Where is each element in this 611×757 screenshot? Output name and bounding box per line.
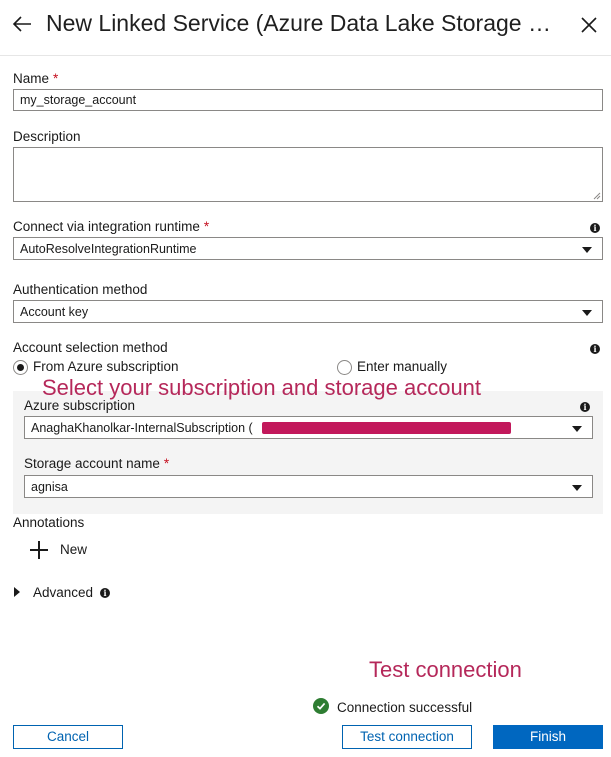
test-connection-button[interactable]: Test connection [342, 725, 472, 749]
dropdown-caret-icon [572, 485, 582, 491]
cancel-button[interactable]: Cancel [13, 725, 123, 749]
callout-test-connection: Test connection [369, 657, 522, 682]
dropdown-caret-icon [572, 426, 582, 432]
back-arrow-icon [12, 16, 31, 32]
redacted-subscription-id [262, 422, 511, 434]
expand-chevron-icon[interactable] [14, 587, 20, 597]
connection-status-text: Connection successful [337, 700, 473, 715]
storage-account-value: agnisa [31, 480, 68, 494]
radio-enter-manually[interactable] [337, 360, 352, 375]
back-button[interactable] [8, 10, 36, 38]
integration-runtime-select[interactable]: AutoResolveIntegrationRuntime [13, 237, 603, 260]
radio-from-subscription-label[interactable]: From Azure subscription [33, 359, 179, 374]
auth-method-label: Authentication method [13, 282, 148, 297]
dropdown-caret-icon [582, 310, 592, 316]
annotations-label: Annotations [13, 515, 85, 530]
dialog-header: New Linked Service (Azure Data Lake Stor… [0, 0, 611, 56]
finish-button[interactable]: Finish [493, 725, 603, 749]
integration-runtime-label: Connect via integration runtime * [13, 219, 210, 234]
info-icon[interactable]: i [580, 402, 590, 412]
resize-grip-icon[interactable] [593, 192, 601, 200]
storage-account-label: Storage account name * [24, 456, 170, 471]
name-label: Name * [13, 71, 59, 86]
integration-runtime-value: AutoResolveIntegrationRuntime [20, 242, 197, 256]
auth-method-value: Account key [20, 305, 89, 319]
radio-enter-manually-label[interactable]: Enter manually [357, 359, 447, 374]
required-marker: * [163, 456, 170, 471]
required-marker: * [203, 219, 210, 234]
auth-method-select[interactable]: Account key [13, 300, 603, 323]
advanced-toggle[interactable]: Advanced [33, 585, 93, 600]
name-input[interactable]: my_storage_account [13, 89, 603, 111]
account-selection-label: Account selection method [13, 340, 168, 355]
info-icon[interactable]: i [590, 344, 600, 354]
plus-icon[interactable] [30, 541, 48, 559]
success-check-icon [313, 698, 329, 714]
description-textarea[interactable] [13, 147, 603, 202]
info-icon[interactable]: i [590, 223, 600, 233]
azure-subscription-label: Azure subscription [24, 398, 136, 413]
storage-account-select[interactable]: agnisa [24, 475, 593, 498]
close-button[interactable] [576, 12, 602, 38]
azure-subscription-value: AnaghaKhanolkar-InternalSubscription ( [31, 421, 253, 435]
new-annotation-button[interactable]: New [60, 542, 87, 557]
close-icon [581, 17, 597, 33]
dialog-title: New Linked Service (Azure Data Lake Stor… [46, 10, 566, 36]
description-label: Description [13, 129, 81, 144]
info-icon[interactable]: i [100, 588, 110, 598]
dropdown-caret-icon [582, 247, 592, 253]
required-marker: * [53, 71, 59, 86]
radio-from-subscription[interactable] [13, 360, 28, 375]
